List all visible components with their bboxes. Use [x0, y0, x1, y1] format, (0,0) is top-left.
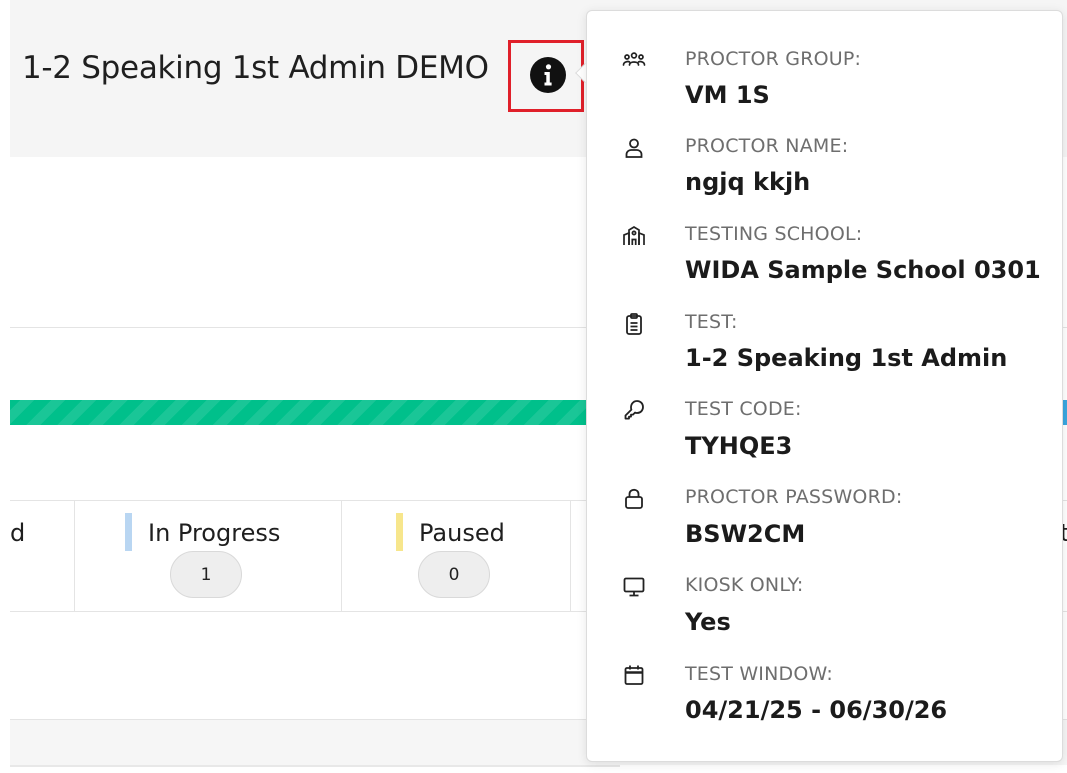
- proctor-group-label: PROCTOR GROUP:: [685, 48, 862, 70]
- page-title: 1-2 Speaking 1st Admin DEMO: [22, 50, 489, 86]
- proctor-password-label: PROCTOR PASSWORD:: [685, 486, 903, 508]
- stat-label-completed-partial: d: [10, 519, 26, 547]
- proctor-password-value: BSW2CM: [685, 520, 806, 548]
- users-group-icon: [622, 49, 646, 73]
- paused-swatch: [396, 513, 403, 551]
- stat-divider: [341, 501, 342, 611]
- school-icon: [622, 224, 646, 248]
- kiosk-only-value: Yes: [685, 608, 731, 636]
- info-button[interactable]: [530, 57, 566, 93]
- testing-school-value: WIDA Sample School 0301: [685, 256, 1041, 284]
- session-info-popover: PROCTOR GROUP: VM 1S PROCTOR NAME: ngjq …: [586, 10, 1063, 762]
- test-code-value: TYHQE3: [685, 432, 793, 460]
- proctor-name-label: PROCTOR NAME:: [685, 135, 849, 157]
- paused-count[interactable]: 0: [418, 551, 490, 598]
- monitor-icon: [622, 575, 646, 599]
- info-highlight-box: [508, 40, 584, 112]
- testing-school-label: TESTING SCHOOL:: [685, 223, 863, 245]
- kiosk-only-label: KIOSK ONLY:: [685, 574, 804, 596]
- in-progress-count[interactable]: 1: [170, 551, 242, 598]
- proctor-name-value: ngjq kkjh: [685, 168, 811, 196]
- test-label: TEST:: [685, 311, 738, 333]
- stat-label-in-progress: In Progress: [148, 519, 281, 547]
- stat-divider: [570, 501, 571, 611]
- calendar-icon: [622, 663, 646, 687]
- clipboard-icon: [622, 312, 646, 336]
- proctor-group-value: VM 1S: [685, 81, 770, 109]
- test-window-value: 04/21/25 - 06/30/26: [685, 696, 948, 724]
- footer-line: [10, 765, 620, 767]
- lock-icon: [622, 487, 646, 511]
- test-code-label: TEST CODE:: [685, 398, 802, 420]
- user-icon: [622, 136, 646, 160]
- test-window-label: TEST WINDOW:: [685, 663, 833, 685]
- stat-divider: [74, 501, 75, 611]
- key-icon: [622, 398, 646, 422]
- info-icon: [544, 64, 552, 86]
- stat-label-paused: Paused: [419, 519, 505, 547]
- test-value: 1-2 Speaking 1st Admin: [685, 344, 1008, 372]
- in-progress-swatch: [125, 513, 132, 551]
